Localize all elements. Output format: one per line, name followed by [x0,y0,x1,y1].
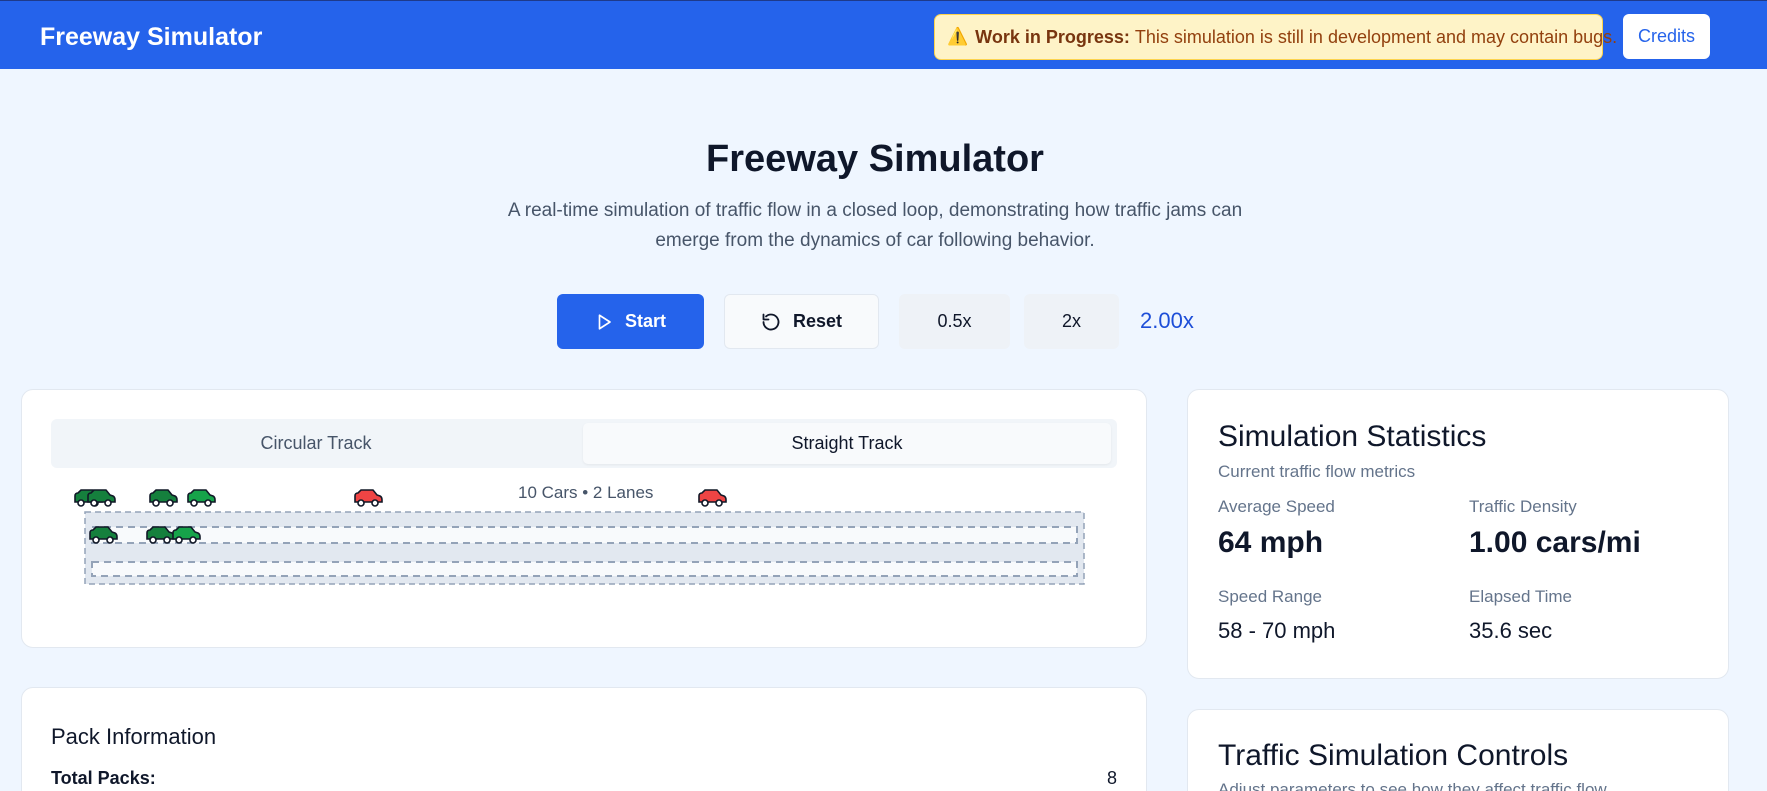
page-description: A real-time simulation of traffic flow i… [507,200,1243,251]
track-card: Circular Track Straight Track 10 Cars • … [21,389,1147,648]
traffic-density-label: Traffic Density [1469,497,1577,516]
statistics-card: Simulation Statistics Current traffic fl… [1187,389,1729,679]
credits-button[interactable]: Credits [1623,14,1710,59]
elapsed-time-label: Elapsed Time [1469,587,1572,606]
reset-button[interactable]: Reset [724,294,879,349]
play-icon [595,313,613,331]
traffic-controls-subtitle: Adjust parameters to see how they affect… [1218,780,1607,791]
banner-title: Work in Progress: [975,26,1130,47]
traffic-controls-card: Traffic Simulation Controls Adjust param… [1187,709,1729,791]
car-icon [149,489,178,507]
car-icon [187,489,216,507]
statistics-title: Simulation Statistics [1218,420,1487,453]
start-label: Start [624,311,666,331]
start-button[interactable]: Start [557,294,704,349]
car-icon [87,489,116,507]
average-speed-value: 64 mph [1218,526,1324,559]
work-in-progress-banner: ⚠️ Work in Progress: This simulation is … [934,14,1617,60]
page-title: Freeway Simulator [706,138,1044,180]
speed-multiplier-readout: 2.00x [1140,308,1194,333]
elapsed-time-value: 35.6 sec [1469,618,1553,643]
pack-information-card: Pack Information Total Packs: 8 [21,687,1147,791]
warning-icon: ⚠️ [947,27,969,46]
speed-double-button[interactable]: 2x [1024,294,1119,349]
brand-title: Freeway Simulator [40,23,263,51]
lane-strip [91,526,1078,544]
statistics-subtitle: Current traffic flow metrics [1218,462,1416,481]
total-packs-value: 8 [1106,768,1117,788]
total-packs-label: Total Packs: [51,768,156,788]
lane-strip [91,561,1078,577]
car-icon [354,489,383,507]
speed-half-button[interactable]: 0.5x [899,294,1010,349]
speed-range-value: 58 - 70 mph [1218,618,1336,643]
straight-track-canvas [74,489,1085,585]
speed-range-label: Speed Range [1218,587,1322,606]
car-icon [698,489,727,507]
reset-icon [761,312,781,332]
average-speed-label: Average Speed [1218,497,1335,516]
reset-label: Reset [792,311,843,331]
traffic-controls-title: Traffic Simulation Controls [1218,739,1569,772]
pack-information-title: Pack Information [51,724,217,749]
traffic-density-value: 1.00 cars/mi [1469,526,1641,559]
top-navbar: Freeway Simulator ⚠️ Work in Progress: T… [0,0,1767,69]
banner-message: This simulation is still in development … [1134,26,1618,47]
